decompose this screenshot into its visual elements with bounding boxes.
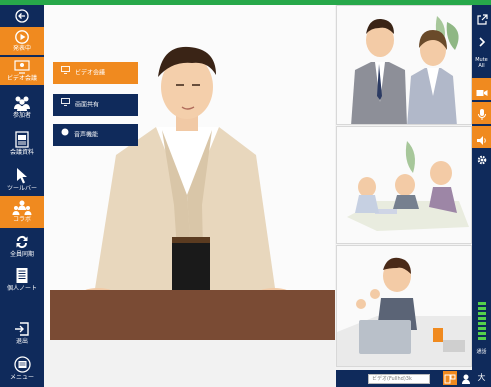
submenu-audio-button[interactable]: 音声機能 (53, 124, 138, 146)
sidebar-item-label: 個人ノート (6, 285, 37, 292)
menu-icon (13, 356, 31, 373)
meeting-table-image (337, 127, 471, 243)
camera-icon (476, 90, 487, 96)
sidebar-item-label: 参加者 (12, 112, 31, 119)
desk (50, 290, 335, 340)
cursor-icon (17, 168, 27, 184)
sidebar-item-collab[interactable]: コラボ (0, 196, 44, 228)
audio-level-bar (478, 317, 486, 320)
document-icon (15, 131, 29, 148)
monitor-icon (61, 62, 70, 84)
external-window-icon (476, 14, 488, 25)
audio-level-bar (478, 337, 486, 340)
person-icon (462, 374, 470, 384)
sidebar-item-label: 退出 (15, 338, 28, 345)
sidebar-item-presenting[interactable]: 発表中 (0, 27, 44, 55)
sidebar-item-participants[interactable]: 参加者 (0, 95, 44, 125)
layout-icon (444, 374, 456, 384)
layout-toggle-button[interactable] (443, 371, 457, 385)
sidebar-item-menu[interactable]: メニュー (0, 356, 44, 386)
laptop-worker-image (337, 246, 471, 366)
audio-level-bar (478, 302, 486, 305)
speaker-toggle-button[interactable] (472, 126, 491, 148)
speaker-icon (476, 136, 486, 145)
audio-level-bar (478, 322, 486, 325)
audio-icon (61, 124, 69, 146)
sidebar-item-personal-note[interactable]: 個人ノート (0, 267, 44, 299)
sidebar-item-label: ツールバー (6, 185, 37, 192)
video-conference-icon (14, 60, 30, 74)
submenu-label: 音声機能 (74, 131, 99, 139)
sidebar-item-video-conference[interactable]: ビデオ会議 (0, 57, 44, 85)
participants-icon (14, 96, 30, 111)
sidebar-item-exit[interactable]: 退出 (0, 321, 44, 351)
audio-level-bar (478, 307, 486, 310)
gear-icon (477, 155, 486, 165)
participant-video-tile-1[interactable] (336, 5, 472, 125)
play-icon (15, 30, 29, 44)
sidebar-item-label: 発表中 (12, 45, 31, 52)
screen-share-icon (61, 94, 70, 116)
submenu-screen-share-button[interactable]: 画面共有 (53, 94, 138, 116)
audio-level-bar (478, 332, 486, 335)
arrow-left-icon (15, 9, 29, 23)
mute-all-button[interactable]: Mute All (472, 57, 491, 75)
notebook-icon (16, 268, 28, 283)
microphone-icon (477, 109, 486, 120)
audio-level-label: 通話 (472, 349, 491, 357)
sidebar-item-sync-all[interactable]: 全員同期 (0, 234, 44, 264)
sidebar-item-label: メニュー (9, 374, 34, 381)
sidebar-item-label: コラボ (12, 216, 31, 223)
expand-panel-button[interactable] (472, 33, 491, 51)
exit-icon (15, 322, 29, 336)
mute-all-label: Mute All (475, 57, 488, 69)
participant-video-tile-2[interactable] (336, 126, 472, 244)
popout-button[interactable] (472, 11, 491, 29)
audio-level-bar (478, 327, 486, 330)
chevron-right-icon (478, 37, 485, 47)
collaboration-icon (12, 200, 32, 215)
sync-icon (16, 236, 28, 248)
microphone-toggle-button[interactable] (472, 102, 491, 124)
sidebar-item-toolbar[interactable]: ツールバー (0, 167, 44, 197)
submenu-label: ビデオ会議 (75, 69, 106, 77)
sidebar-item-label: ビデオ会議 (6, 75, 37, 82)
camera-toggle-button[interactable] (472, 78, 491, 100)
floor (44, 340, 335, 387)
video-quality-field[interactable]: ビデオ(Fullhd)3k (368, 374, 430, 384)
participants-couple-image (337, 6, 471, 124)
zoom-label: 大 (477, 373, 486, 382)
submenu-label: 画面共有 (75, 101, 100, 109)
sidebar-item-label: 会議資料 (9, 149, 34, 156)
submenu-video-conference-button[interactable]: ビデオ会議 (53, 62, 138, 84)
sidebar-item-materials[interactable]: 会議資料 (0, 131, 44, 161)
sidebar-item-label: 全員同期 (9, 251, 34, 258)
back-button[interactable] (0, 7, 44, 25)
participant-video-tile-3[interactable] (336, 245, 472, 367)
conference-app: 発表中 ビデオ会議 参加者 会議資料 ツールバー コラボ 全員同期 個人ノート (0, 0, 491, 387)
zoom-large-button[interactable]: 大 (472, 370, 491, 386)
settings-button[interactable] (472, 151, 491, 169)
audio-level-bar (478, 312, 486, 315)
level-label-text: 通話 (476, 349, 487, 355)
left-sidebar: 発表中 ビデオ会議 参加者 会議資料 ツールバー コラボ 全員同期 個人ノート (0, 5, 44, 387)
